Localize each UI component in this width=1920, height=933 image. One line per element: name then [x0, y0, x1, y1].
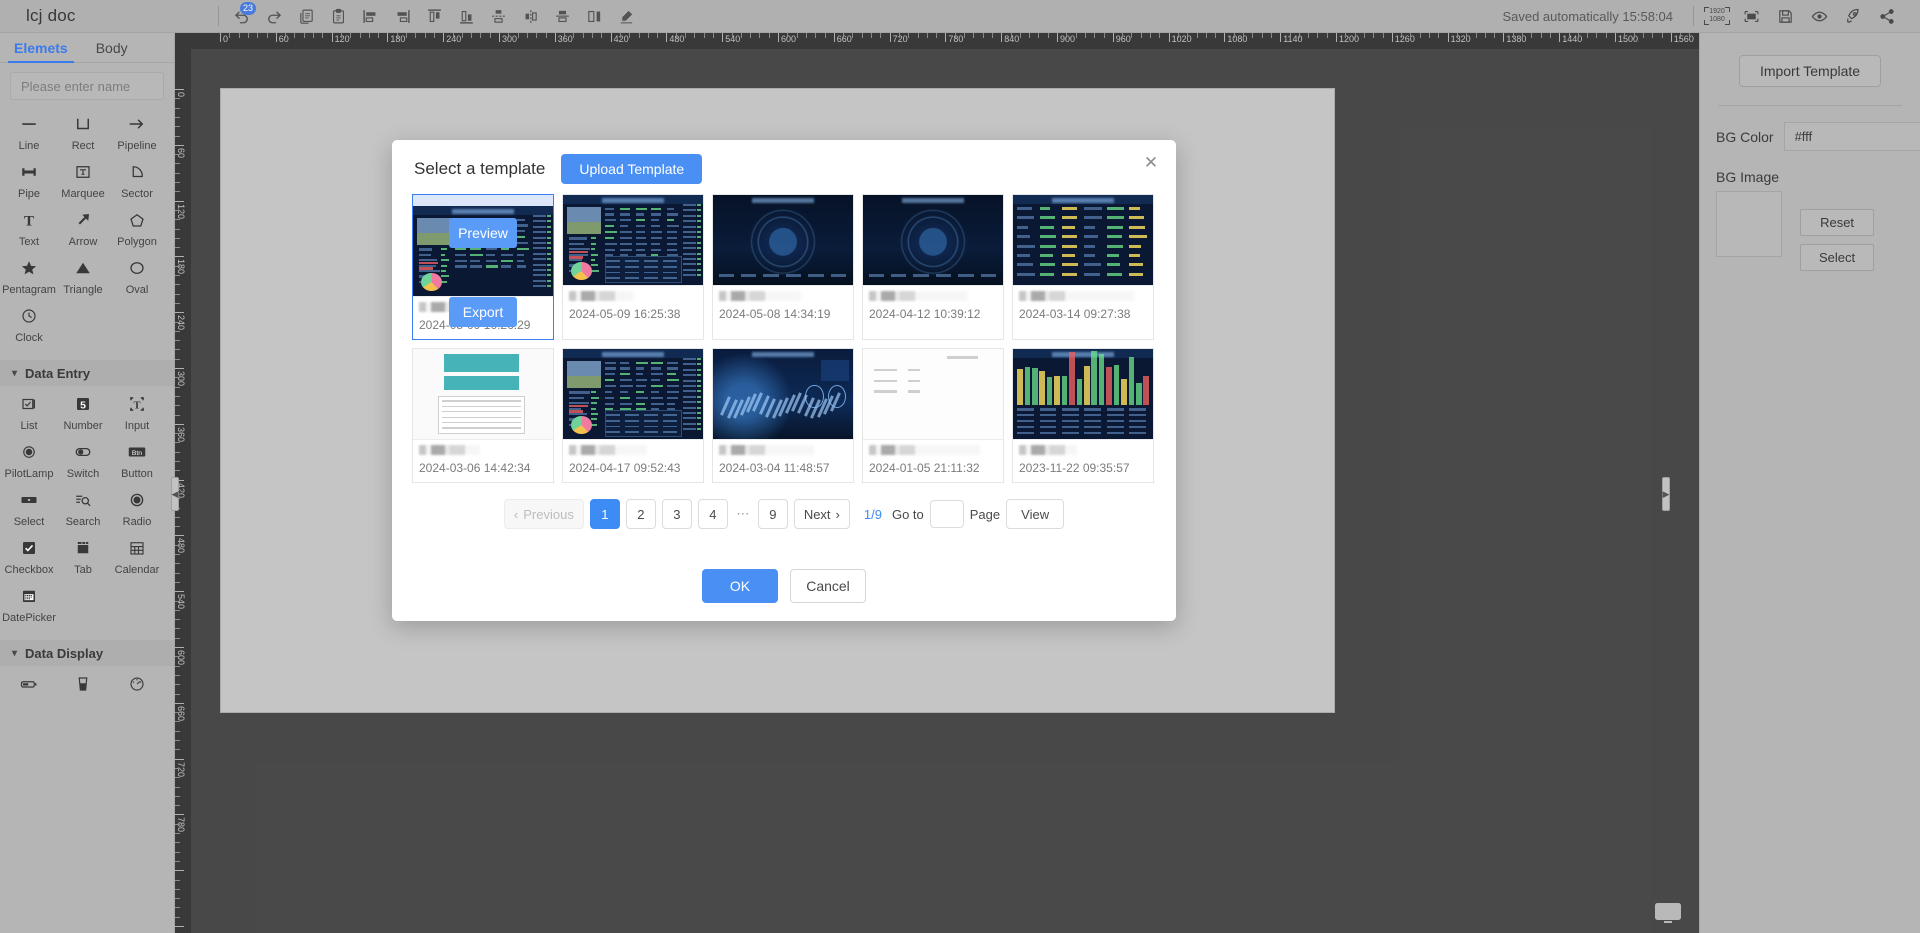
template-date: 2024-03-04 11:48:57 — [719, 461, 847, 475]
template-grid: PreviewExport2024-05-09 16:26:292024-05-… — [412, 194, 1156, 483]
chevron-left-icon: ‹ — [514, 507, 518, 522]
template-date: 2024-03-06 14:42:34 — [419, 461, 547, 475]
template-date: 2024-05-08 14:34:19 — [719, 307, 847, 321]
template-meta: 2024-01-05 21:11:32 — [863, 439, 1003, 482]
template-name-redacted — [1019, 291, 1134, 301]
goto-label: Go to — [892, 507, 924, 522]
template-card[interactable]: 2024-04-12 10:39:12 — [862, 194, 1004, 340]
cancel-button[interactable]: Cancel — [790, 569, 866, 603]
template-thumbnail — [563, 195, 703, 285]
template-meta: 2024-05-09 16:25:38 — [563, 285, 703, 328]
template-card[interactable]: PreviewExport2024-05-09 16:26:29 — [412, 194, 554, 340]
modal-title: Select a template — [414, 159, 545, 179]
template-date: 2024-05-09 16:25:38 — [569, 307, 697, 321]
pagination-page-1[interactable]: 1 — [590, 499, 620, 529]
template-card[interactable]: 2024-03-14 09:27:38 — [1012, 194, 1154, 340]
template-name-redacted — [419, 445, 480, 455]
pagination-next-label: Next — [804, 507, 831, 522]
template-card[interactable]: 2024-03-06 14:42:34 — [412, 348, 554, 483]
template-date: 2024-04-12 10:39:12 — [869, 307, 997, 321]
template-thumbnail — [713, 349, 853, 439]
template-date: 2024-04-17 09:52:43 — [569, 461, 697, 475]
close-icon[interactable]: ✕ — [1140, 152, 1162, 174]
template-meta: 2024-04-12 10:39:12 — [863, 285, 1003, 328]
template-date: 2023-11-22 09:35:57 — [1019, 461, 1147, 475]
pagination-previous-label: Previous — [523, 507, 574, 522]
pagination-page-last[interactable]: 9 — [758, 499, 788, 529]
template-card[interactable]: 2024-05-09 16:25:38 — [562, 194, 704, 340]
ok-button[interactable]: OK — [702, 569, 778, 603]
pagination-page-3[interactable]: 3 — [662, 499, 692, 529]
template-meta: 2024-05-08 14:34:19 — [713, 285, 853, 328]
upload-template-button[interactable]: Upload Template — [561, 154, 702, 184]
pagination-next[interactable]: Next › — [794, 499, 850, 529]
template-card[interactable]: 2023-11-22 09:35:57 — [1012, 348, 1154, 483]
template-name-redacted — [869, 445, 980, 455]
modal-header: Select a template Upload Template — [392, 140, 1176, 184]
preview-button[interactable]: Preview — [449, 218, 517, 248]
template-hover-actions: Preview Export — [413, 206, 553, 339]
modal-body: PreviewExport2024-05-09 16:26:292024-05-… — [392, 184, 1176, 555]
template-date: 2024-01-05 21:11:32 — [869, 461, 997, 475]
template-card[interactable]: 2024-01-05 21:11:32 — [862, 348, 1004, 483]
export-button[interactable]: Export — [449, 297, 517, 327]
template-name-redacted — [569, 445, 647, 455]
modal-footer: OK Cancel — [392, 555, 1176, 621]
template-name-redacted — [569, 291, 634, 301]
template-name-redacted — [869, 291, 968, 301]
template-thumbnail — [713, 195, 853, 285]
pagination-previous[interactable]: ‹ Previous — [504, 499, 584, 529]
template-meta: 2024-04-17 09:52:43 — [563, 439, 703, 482]
goto-page-input[interactable] — [930, 500, 964, 528]
template-name-redacted — [1019, 445, 1077, 455]
chevron-right-icon: › — [836, 507, 840, 522]
template-card[interactable]: 2024-03-04 11:48:57 — [712, 348, 854, 483]
template-name-redacted — [719, 291, 801, 301]
page-label: Page — [970, 507, 1000, 522]
template-name-redacted — [719, 445, 814, 455]
template-thumbnail — [563, 349, 703, 439]
template-date: 2024-03-14 09:27:38 — [1019, 307, 1147, 321]
template-meta: 2024-03-06 14:42:34 — [413, 439, 553, 482]
template-meta: 2024-03-14 09:27:38 — [1013, 285, 1153, 328]
template-thumbnail — [413, 349, 553, 439]
template-thumbnail — [863, 349, 1003, 439]
template-meta: 2023-11-22 09:35:57 — [1013, 439, 1153, 482]
view-page-button[interactable]: View — [1006, 499, 1064, 529]
template-meta: 2024-03-04 11:48:57 — [713, 439, 853, 482]
pagination-ellipsis: ⋯ — [734, 499, 752, 529]
pagination-page-4[interactable]: 4 — [698, 499, 728, 529]
template-card[interactable]: 2024-04-17 09:52:43 — [562, 348, 704, 483]
template-card[interactable]: 2024-05-08 14:34:19 — [712, 194, 854, 340]
select-template-modal: ✕ Select a template Upload Template Prev… — [392, 140, 1176, 621]
pagination: ‹ Previous 1 2 3 4 ⋯ 9 Next › 1/9 Go to … — [412, 499, 1156, 529]
template-thumbnail — [1013, 349, 1153, 439]
pagination-page-2[interactable]: 2 — [626, 499, 656, 529]
template-thumbnail — [863, 195, 1003, 285]
pagination-fraction: 1/9 — [864, 507, 882, 522]
template-thumbnail — [1013, 195, 1153, 285]
